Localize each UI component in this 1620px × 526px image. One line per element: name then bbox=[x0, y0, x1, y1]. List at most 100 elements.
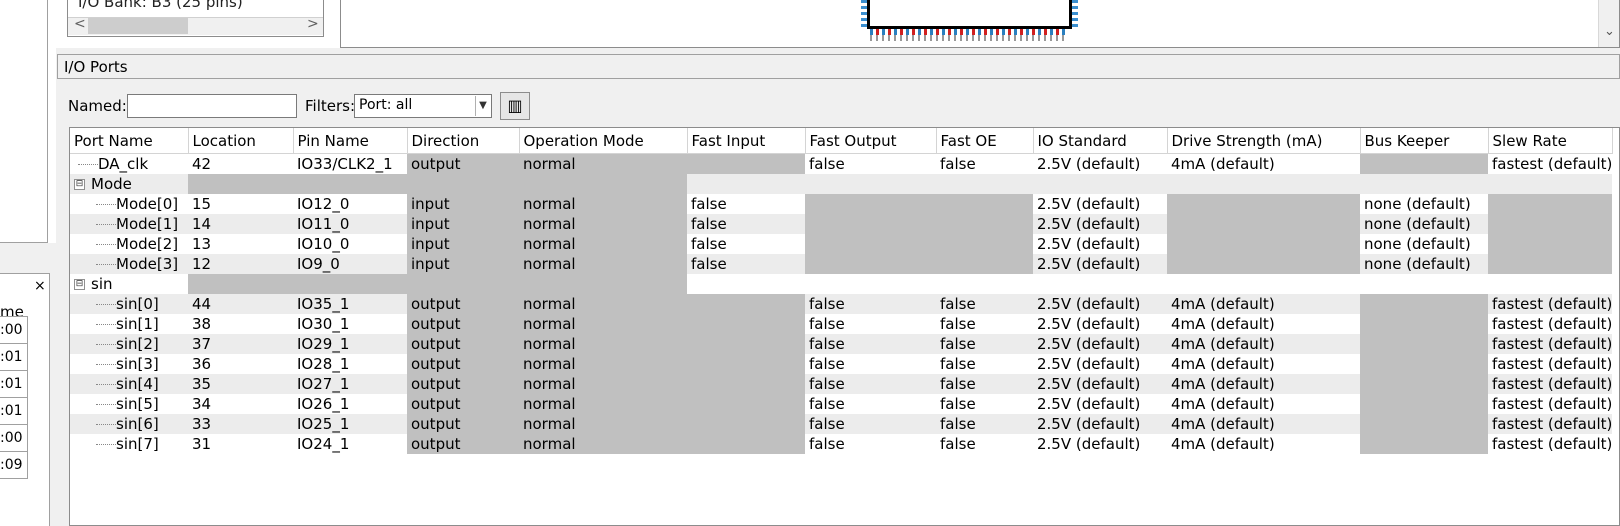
io-standard-cell[interactable]: 2.5V (default) bbox=[1033, 374, 1167, 394]
location-cell[interactable]: 13 bbox=[188, 234, 293, 254]
fast-output-cell[interactable]: false bbox=[805, 414, 936, 434]
pin-name-cell[interactable]: IO12_0 bbox=[293, 194, 407, 214]
scroll-right-icon[interactable]: > bbox=[307, 16, 319, 32]
slew-rate-cell[interactable]: fastest (default) bbox=[1488, 394, 1612, 414]
table-row[interactable]: sin[5] 34 IO26_1 output normal false fal… bbox=[70, 394, 1612, 414]
slew-rate-cell[interactable]: fastest (default) bbox=[1488, 434, 1612, 454]
pin-name-cell[interactable]: IO26_1 bbox=[293, 394, 407, 414]
drive-strength-cell[interactable]: 4mA (default) bbox=[1167, 334, 1360, 354]
scroll-left-icon[interactable]: < bbox=[74, 16, 86, 32]
port-name-cell[interactable]: sin[5] bbox=[70, 394, 188, 414]
drive-strength-cell[interactable]: 4mA (default) bbox=[1167, 434, 1360, 454]
io-bank-label[interactable]: I/O Bank: B3 (25 pins) bbox=[78, 0, 243, 11]
col-header-io-standard[interactable]: IO Standard bbox=[1033, 128, 1168, 154]
slew-rate-cell[interactable]: fastest (default) bbox=[1488, 354, 1612, 374]
drive-strength-cell[interactable]: 4mA (default) bbox=[1167, 294, 1360, 314]
fast-output-cell[interactable]: false bbox=[805, 374, 936, 394]
col-header-port-name[interactable]: Port Name bbox=[70, 128, 189, 154]
location-cell[interactable]: 35 bbox=[188, 374, 293, 394]
fast-oe-cell[interactable]: false bbox=[936, 394, 1033, 414]
col-header-pin-name[interactable]: Pin Name bbox=[293, 128, 408, 154]
io-standard-cell[interactable]: 2.5V (default) bbox=[1033, 234, 1167, 254]
table-row[interactable]: sin[3] 36 IO28_1 output normal false fal… bbox=[70, 354, 1612, 374]
io-standard-cell[interactable]: 2.5V (default) bbox=[1033, 334, 1167, 354]
port-name-cell[interactable]: sin[1] bbox=[70, 314, 188, 334]
location-cell[interactable]: 42 bbox=[188, 154, 293, 175]
port-name-cell[interactable]: Mode[3] bbox=[70, 254, 188, 274]
port-name-cell[interactable]: DA_clk bbox=[70, 154, 188, 175]
pin-name-cell[interactable]: IO25_1 bbox=[293, 414, 407, 434]
drive-strength-cell[interactable]: 4mA (default) bbox=[1167, 314, 1360, 334]
table-row[interactable]: Mode[0] 15 IO12_0 input normal false 2.5… bbox=[70, 194, 1613, 214]
location-cell[interactable]: 34 bbox=[188, 394, 293, 414]
col-header-operation-mode[interactable]: Operation Mode bbox=[519, 128, 688, 154]
table-row[interactable]: sin[0] 44 IO35_1 output normal false fal… bbox=[70, 294, 1613, 314]
port-name-cell[interactable]: Mode[1] bbox=[70, 214, 188, 234]
bus-keeper-cell[interactable]: none (default) bbox=[1360, 254, 1488, 274]
col-header-fast-output[interactable]: Fast Output bbox=[805, 128, 937, 154]
fast-oe-cell[interactable]: false bbox=[936, 154, 1033, 175]
location-cell[interactable]: 33 bbox=[188, 414, 293, 434]
named-filter-input[interactable] bbox=[127, 94, 297, 118]
fast-oe-cell[interactable]: false bbox=[936, 294, 1033, 314]
pin-name-cell[interactable]: IO11_0 bbox=[293, 214, 407, 234]
bus-keeper-cell[interactable]: none (default) bbox=[1360, 234, 1488, 254]
port-name-cell[interactable]: sin[0] bbox=[70, 294, 188, 314]
port-name-cell[interactable]: sin[6] bbox=[70, 414, 188, 434]
location-cell[interactable]: 38 bbox=[188, 314, 293, 334]
fast-input-cell[interactable]: false bbox=[687, 234, 805, 254]
fast-input-cell[interactable]: false bbox=[687, 214, 805, 234]
col-header-direction[interactable]: Direction bbox=[407, 128, 520, 154]
drive-strength-cell[interactable]: 4mA (default) bbox=[1167, 354, 1360, 374]
slew-rate-cell[interactable]: fastest (default) bbox=[1488, 414, 1613, 434]
port-name-cell[interactable]: ⊟ Mode bbox=[70, 174, 188, 194]
fast-output-cell[interactable]: false bbox=[805, 354, 936, 374]
table-row[interactable]: sin[4] 35 IO27_1 output normal false fal… bbox=[70, 374, 1613, 394]
location-cell[interactable]: 14 bbox=[188, 214, 293, 234]
location-cell[interactable]: 44 bbox=[188, 294, 293, 314]
col-header-bus-keeper[interactable]: Bus Keeper bbox=[1360, 128, 1489, 154]
location-cell[interactable]: 31 bbox=[188, 434, 293, 454]
location-cell[interactable]: 37 bbox=[188, 334, 293, 354]
port-name-cell[interactable]: Mode[2] bbox=[70, 234, 188, 254]
slew-rate-cell[interactable]: fastest (default) bbox=[1488, 294, 1613, 314]
collapse-icon[interactable]: ⊟ bbox=[74, 279, 85, 290]
io-standard-cell[interactable]: 2.5V (default) bbox=[1033, 254, 1167, 274]
col-header-fast-oe[interactable]: Fast OE bbox=[936, 128, 1034, 154]
close-icon[interactable]: × bbox=[34, 278, 46, 294]
io-standard-cell[interactable]: 2.5V (default) bbox=[1033, 434, 1167, 454]
io-standard-cell[interactable]: 2.5V (default) bbox=[1033, 314, 1167, 334]
pin-name-cell[interactable]: IO10_0 bbox=[293, 234, 407, 254]
pin-name-cell[interactable]: IO9_0 bbox=[293, 254, 407, 274]
port-name-cell[interactable]: sin[3] bbox=[70, 354, 188, 374]
fast-output-cell[interactable]: false bbox=[805, 434, 936, 454]
fast-output-cell[interactable]: false bbox=[805, 154, 936, 175]
io-standard-cell[interactable]: 2.5V (default) bbox=[1033, 414, 1167, 434]
slew-rate-cell[interactable]: fastest (default) bbox=[1488, 314, 1612, 334]
io-standard-cell[interactable]: 2.5V (default) bbox=[1033, 194, 1167, 214]
group-row[interactable]: ⊟ Mode bbox=[70, 174, 1613, 194]
location-cell[interactable]: 12 bbox=[188, 254, 293, 274]
table-row[interactable]: sin[7] 31 IO24_1 output normal false fal… bbox=[70, 434, 1612, 454]
fast-output-cell[interactable]: false bbox=[805, 334, 936, 354]
fast-input-cell[interactable]: false bbox=[687, 194, 805, 214]
fast-output-cell[interactable]: false bbox=[805, 394, 936, 414]
pin-name-cell[interactable]: IO33/CLK2_1 bbox=[293, 154, 407, 175]
bus-keeper-cell[interactable]: none (default) bbox=[1360, 194, 1488, 214]
slew-rate-cell[interactable]: fastest (default) bbox=[1488, 374, 1613, 394]
port-name-cell[interactable]: sin[2] bbox=[70, 334, 188, 354]
col-header-fast-input[interactable]: Fast Input bbox=[687, 128, 806, 154]
io-standard-cell[interactable]: 2.5V (default) bbox=[1033, 394, 1167, 414]
drive-strength-cell[interactable]: 4mA (default) bbox=[1167, 414, 1360, 434]
port-name-cell[interactable]: ⊟ sin bbox=[70, 274, 188, 294]
io-standard-cell[interactable]: 2.5V (default) bbox=[1033, 354, 1167, 374]
fast-oe-cell[interactable]: false bbox=[936, 374, 1033, 394]
pin-name-cell[interactable]: IO28_1 bbox=[293, 354, 407, 374]
scroll-down-icon[interactable]: ⌄ bbox=[1604, 24, 1615, 39]
fast-output-cell[interactable]: false bbox=[805, 294, 936, 314]
columns-config-button[interactable]: ▥ bbox=[500, 92, 530, 120]
table-row[interactable]: sin[6] 33 IO25_1 output normal false fal… bbox=[70, 414, 1613, 434]
scrollbar-thumb[interactable] bbox=[88, 18, 188, 34]
fast-output-cell[interactable]: false bbox=[805, 314, 936, 334]
collapse-icon[interactable]: ⊟ bbox=[74, 179, 85, 190]
